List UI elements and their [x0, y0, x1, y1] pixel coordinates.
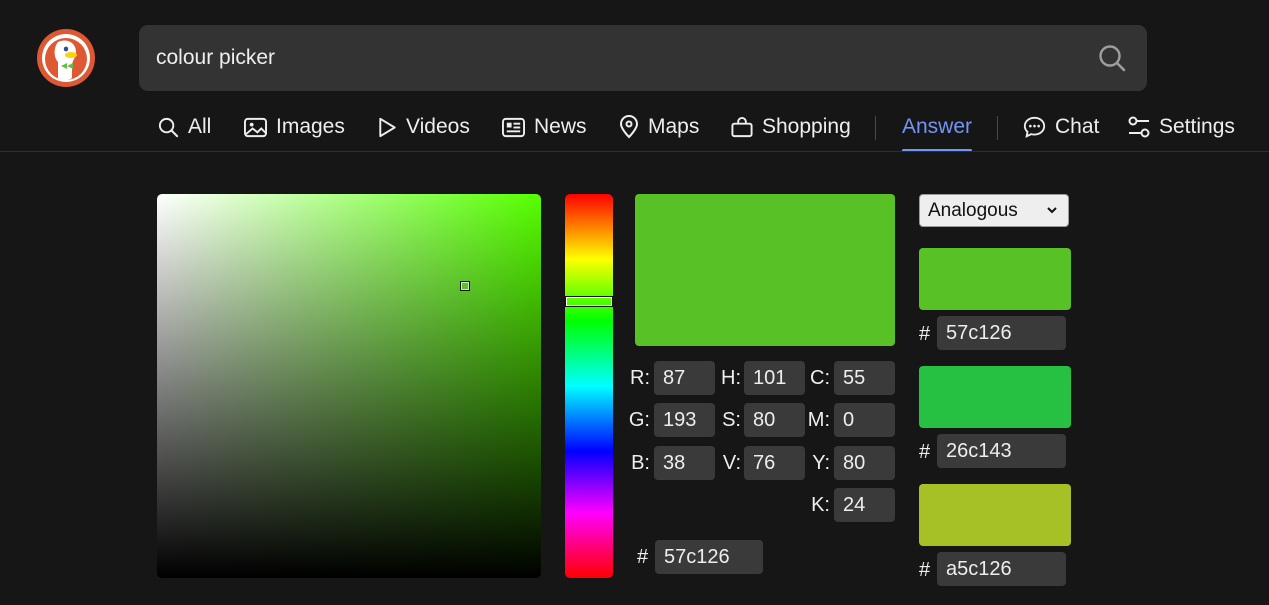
- tab-settings-label: Settings: [1159, 115, 1235, 138]
- cyan-label: C:: [810, 367, 830, 389]
- scheme-hex-input-3[interactable]: [937, 552, 1066, 586]
- key-input[interactable]: [834, 488, 895, 522]
- color-scheme-select[interactable]: Analogous: [919, 194, 1069, 227]
- tab-all[interactable]: All: [157, 104, 211, 150]
- scheme-swatch-1[interactable]: [919, 248, 1071, 310]
- map-pin-icon: [619, 115, 639, 139]
- scheme-hash-label-2: #: [919, 441, 931, 463]
- scheme-hex-input-2[interactable]: [937, 434, 1066, 468]
- tab-answer[interactable]: Answer: [902, 104, 973, 152]
- hue-input[interactable]: [744, 361, 805, 395]
- blue-label: B:: [631, 452, 650, 474]
- saturation-value-area[interactable]: [157, 194, 541, 578]
- chevron-down-icon: [1047, 207, 1057, 214]
- tab-answer-label: Answer: [902, 115, 973, 138]
- nav-divider: [997, 116, 998, 140]
- tab-news[interactable]: News: [501, 104, 587, 150]
- tab-news-label: News: [534, 115, 587, 138]
- green-input[interactable]: [654, 403, 715, 437]
- tab-settings[interactable]: Settings: [1127, 104, 1235, 150]
- tab-all-label: All: [188, 115, 212, 138]
- scheme-hash-label-3: #: [919, 559, 931, 581]
- saturation-input[interactable]: [744, 403, 805, 437]
- tab-chat[interactable]: Chat: [1022, 104, 1099, 150]
- tab-images[interactable]: Images: [243, 104, 345, 150]
- search-box: [139, 25, 1147, 91]
- tab-images-label: Images: [276, 115, 345, 138]
- red-input[interactable]: [654, 361, 715, 395]
- tab-maps-label: Maps: [648, 115, 700, 138]
- newspaper-icon: [502, 117, 525, 137]
- yellow-label: Y:: [812, 452, 830, 474]
- magenta-input[interactable]: [834, 403, 895, 437]
- blue-input[interactable]: [654, 446, 715, 480]
- search-icon: [158, 117, 179, 137]
- hex-hash-label: #: [637, 546, 649, 568]
- scheme-swatch-3[interactable]: [919, 484, 1071, 546]
- shopping-bag-icon: [731, 116, 753, 137]
- value-label: V:: [722, 452, 741, 474]
- tab-shopping-label: Shopping: [762, 115, 851, 138]
- hue-slider[interactable]: [565, 194, 613, 578]
- green-label: G:: [628, 409, 650, 431]
- yellow-input[interactable]: [834, 446, 895, 480]
- red-label: R:: [630, 367, 650, 389]
- saturation-label: S:: [722, 409, 741, 431]
- duck-logo-icon: [37, 29, 95, 87]
- search-icon[interactable]: [1097, 43, 1127, 73]
- value-input[interactable]: [744, 446, 805, 480]
- color-scheme-selected: Analogous: [928, 199, 1018, 221]
- cyan-input[interactable]: [834, 361, 895, 395]
- search-tabs: All Images Videos News Maps Shopping Ans…: [0, 104, 1269, 152]
- scheme-hex-input-1[interactable]: [937, 316, 1066, 350]
- hue-label: H:: [721, 367, 741, 389]
- sliders-icon: [1128, 116, 1150, 138]
- duckduckgo-logo[interactable]: [36, 28, 96, 88]
- nav-divider: [875, 116, 876, 140]
- hex-input[interactable]: [655, 540, 763, 574]
- chat-bubble-icon: [1023, 116, 1046, 138]
- saturation-value-handle[interactable]: [460, 281, 470, 291]
- selected-color-preview: [635, 194, 895, 346]
- header-divider: [0, 151, 1269, 152]
- magenta-label: M:: [807, 409, 830, 431]
- tab-videos-label: Videos: [406, 115, 470, 138]
- play-icon: [379, 117, 396, 137]
- search-input[interactable]: [156, 25, 1056, 91]
- hue-slider-handle[interactable]: [565, 296, 613, 307]
- tab-videos[interactable]: Videos: [376, 104, 470, 150]
- key-label: K:: [811, 494, 830, 516]
- tab-shopping[interactable]: Shopping: [730, 104, 851, 150]
- scheme-swatch-2[interactable]: [919, 366, 1071, 428]
- tab-chat-label: Chat: [1055, 115, 1100, 138]
- image-icon: [244, 117, 267, 137]
- tab-maps[interactable]: Maps: [618, 104, 699, 150]
- scheme-hash-label-1: #: [919, 323, 931, 345]
